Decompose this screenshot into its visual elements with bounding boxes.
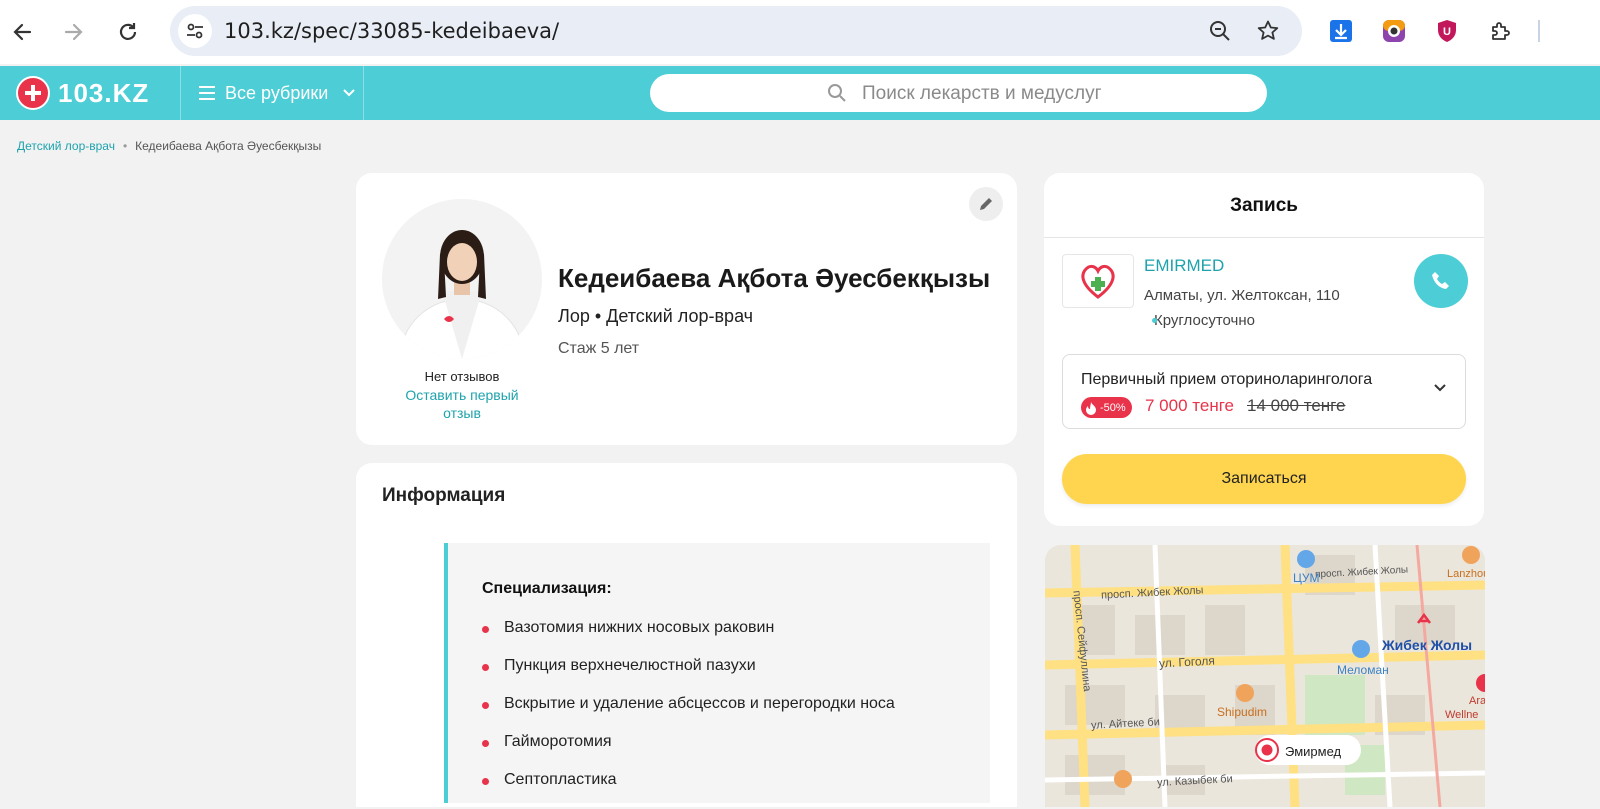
back-button[interactable] xyxy=(4,14,40,50)
shield-extension-icon[interactable]: U xyxy=(1432,16,1462,46)
svg-text:U: U xyxy=(1443,26,1451,38)
map-label: Жибек Жолы xyxy=(1382,637,1473,653)
doctor-name: Кедеибаева Ақбота Әуесбекқызы xyxy=(558,263,991,293)
hamburger-icon xyxy=(199,86,215,100)
download-icon[interactable] xyxy=(1326,16,1356,46)
discount-value: -50% xyxy=(1100,401,1126,414)
site-header: 103.KZ Все рубрики Поиск лекарств и меду… xyxy=(0,66,1600,120)
zoom-icon[interactable] xyxy=(1207,18,1233,44)
extensions-puzzle-icon[interactable] xyxy=(1486,16,1516,46)
breadcrumb-link[interactable]: Детский лор-врач xyxy=(17,139,115,153)
map-label: ЦУМ xyxy=(1293,571,1320,585)
pencil-icon xyxy=(980,198,992,210)
bookmark-star-icon[interactable] xyxy=(1255,18,1281,44)
site-logo[interactable]: 103.KZ xyxy=(16,76,149,110)
clinic-map[interactable]: просп. Жибек Жолы просп. Жибек Жолы ЦУМ … xyxy=(1045,545,1485,807)
clinic-address: Алматы, ул. Желтоксан, 110 xyxy=(1144,287,1340,304)
breadcrumb: Детский лор-врач • Кедеибаева Ақбота Әуесб… xyxy=(17,139,321,153)
specialization-heading: Специализация: xyxy=(482,580,612,597)
leave-review-link[interactable]: Оставить первый отзыв xyxy=(396,386,528,422)
chevron-down-icon xyxy=(343,89,356,97)
doctor-card: Нет отзывов Оставить первый отзыв Кедеиб… xyxy=(356,173,1017,445)
clinic-logo[interactable] xyxy=(1062,254,1134,308)
breadcrumb-separator: • xyxy=(122,139,128,153)
doctor-experience: Стаж 5 лет xyxy=(558,340,640,357)
edit-button[interactable] xyxy=(969,187,1003,221)
price-old: 14 000 тенге xyxy=(1247,396,1346,415)
call-button[interactable] xyxy=(1414,254,1468,308)
doctor-specialty: Лор • Детский лор-врач xyxy=(558,306,754,326)
discount-badge: -50% xyxy=(1081,397,1132,418)
booking-divider xyxy=(1044,237,1484,238)
camera-extension-icon[interactable] xyxy=(1379,16,1409,46)
service-name: Первичный прием оториноларинголога xyxy=(1081,371,1373,388)
all-rubrics-label: Все рубрики xyxy=(225,82,329,103)
all-rubrics-menu[interactable]: Все рубрики xyxy=(198,66,356,120)
list-item: Септопластика xyxy=(482,771,895,809)
specialization-list: Вазотомия нижних носовых раковин Пункция… xyxy=(482,619,895,809)
list-item: Пункция верхнечелюстной пазухи xyxy=(482,657,895,695)
search-placeholder: Поиск лекарств и медуслуг xyxy=(862,83,1102,104)
forward-arrow-icon xyxy=(64,23,83,41)
address-bar[interactable]: 103.kz/spec/33085-kedeibaeva/ xyxy=(170,6,1302,56)
forward-button[interactable] xyxy=(56,14,92,50)
info-card: Информация Специализация: Вазотомия нижн… xyxy=(356,463,1017,807)
service-select[interactable]: Первичный прием оториноларинголога -50% … xyxy=(1062,354,1466,429)
reload-button[interactable] xyxy=(110,14,146,50)
logo-text: 103.KZ xyxy=(58,77,150,108)
reload-icon xyxy=(119,23,137,40)
reviews-status: Нет отзывов xyxy=(424,369,500,384)
map-label: Wellne xyxy=(1445,709,1479,721)
phone-icon xyxy=(1432,272,1449,289)
list-item: Гайморотомия xyxy=(482,733,895,771)
breadcrumb-current: Кедеибаева Ақбота Әуесбекқызы xyxy=(135,139,322,153)
search-input[interactable]: Поиск лекарств и медуслуг xyxy=(650,74,1267,112)
list-item: Вазотомия нижних носовых раковин xyxy=(482,619,895,657)
chevron-down-icon xyxy=(1434,384,1446,392)
info-title: Информация xyxy=(382,485,506,506)
url-text[interactable]: 103.kz/spec/33085-kedeibaeva/ xyxy=(224,19,559,43)
booking-card: Запись EMIRMED Алматы, ул. Желтоксан, 11… xyxy=(1044,173,1484,526)
map-label: Shipudim xyxy=(1217,705,1268,719)
search-icon xyxy=(828,84,846,102)
site-info-icon[interactable] xyxy=(178,14,212,48)
map-pin-label[interactable]: Эмирмед xyxy=(1285,744,1341,759)
specialization-box: Специализация: Вазотомия нижних носовых … xyxy=(444,543,990,803)
clinic-hours: Круглосуточно xyxy=(1152,312,1255,329)
list-item: Вскрытие и удаление абсцессов и перегоро… xyxy=(482,695,895,733)
map-label: Lanzhou xyxy=(1447,568,1485,580)
fire-icon xyxy=(1086,401,1096,415)
browser-toolbar: 103.kz/spec/33085-kedeibaeva/ U xyxy=(0,0,1600,64)
header-divider xyxy=(363,66,364,120)
doctor-photo xyxy=(382,199,542,359)
header-divider xyxy=(180,66,181,120)
logo-cross-icon xyxy=(16,76,50,110)
back-arrow-icon xyxy=(13,23,32,41)
price-new: 7 000 тенге xyxy=(1145,396,1234,415)
book-appointment-button[interactable]: Записаться xyxy=(1062,454,1466,504)
map-label: ул. Гоголя xyxy=(1158,653,1216,671)
map-label: Меломан xyxy=(1337,663,1389,677)
toolbar-divider xyxy=(1538,20,1540,42)
clinic-name-link[interactable]: EMIRMED xyxy=(1144,256,1224,276)
booking-title: Запись xyxy=(1230,195,1298,216)
map-label: Ara xyxy=(1469,695,1485,707)
